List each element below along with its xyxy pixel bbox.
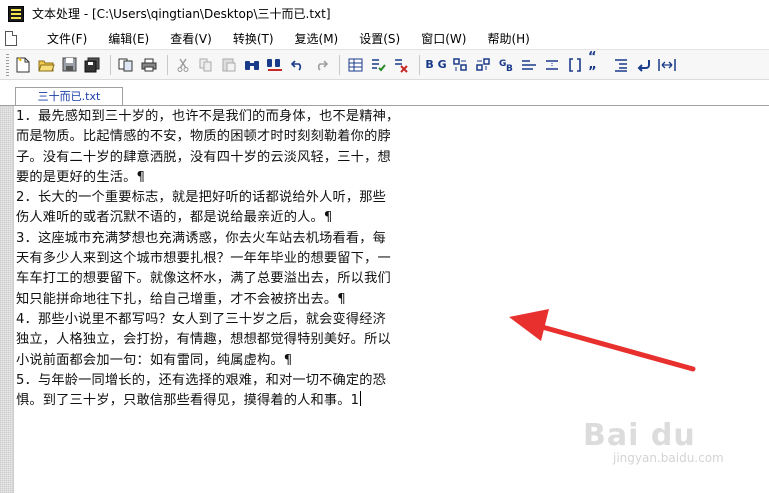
redo-icon[interactable] [311,55,331,75]
toolbar-separator [167,54,168,75]
text-line: 3．这座城市充满梦想也充满诱惑，你去火车站去机场看看，每 [16,230,387,246]
undo-icon[interactable] [288,55,308,75]
check-cross-icon[interactable] [391,55,411,75]
cut-icon[interactable] [173,55,193,75]
text-line: 要的是更好的生活。¶ [16,169,146,185]
menu-convert[interactable]: 转换(T) [233,28,274,49]
menu-help[interactable]: 帮助(H) [487,28,529,49]
toolbar-separator [110,54,111,75]
watermark-url: jingyan.baidu.com [613,451,724,465]
text-cursor [360,391,362,407]
text-line: 天有多少人来到这个城市想要扎根？一年年毕业的想要留下，一 [16,251,391,267]
tab-document[interactable]: 三十而已.txt [15,87,123,105]
text-line: 1．最先感知到三十岁的，也许不是我们的而身体，也不是精神， [16,109,400,124]
toolbar-grip[interactable] [6,53,9,76]
watermark-logo-text: Bai du [583,418,696,453]
copy-icon[interactable] [196,55,216,75]
quotes-icon[interactable]: “ ” [588,50,608,80]
replace-icon[interactable] [265,55,285,75]
open-folder-icon[interactable] [36,55,56,75]
svg-text:B: B [506,64,513,72]
indent-icon[interactable] [611,55,631,75]
menu-view[interactable]: 查看(V) [170,28,212,49]
width-icon[interactable] [657,55,677,75]
tab-strip: 三十而已.txt [0,81,769,106]
gb-convert-icon[interactable]: GB [496,55,516,75]
wrap-icon[interactable] [634,55,654,75]
new-file-icon[interactable] [13,55,33,75]
text-line: 而是物质。比起情感的不安，物质的困顿才时时刻刻勒着你的脖 [16,129,391,145]
bracket-icon[interactable] [565,55,585,75]
document-icon[interactable] [5,30,17,46]
menu-file[interactable]: 文件(F) [47,28,87,49]
text-line: 伤人难听的或者沉默不语的，都是说给最亲近的人。¶ [16,210,333,226]
check-list-icon[interactable] [368,55,388,75]
toolbar-separator [339,54,340,75]
find-icon[interactable] [242,55,262,75]
text-line: 知只能拼命地往下扎，给自己增重，才不会被挤出去。¶ [16,291,346,307]
text-line: 5．与年龄一同增长的，还有选择的艰难，和对一切不确定的恐 [16,372,387,388]
text-line: 4．那些小说里不都写吗？女人到了三十岁之后，就会变得经济 [16,311,387,327]
table-icon[interactable] [345,55,365,75]
menu-edit[interactable]: 编辑(E) [108,28,149,49]
title-bar: 文本处理 - [C:\Users\qingtian\Desktop\三十而已.t… [0,0,769,27]
menu-window[interactable]: 窗口(W) [421,28,466,49]
save-all-icon[interactable] [82,55,102,75]
menu-multi-select[interactable]: 复选(M) [295,28,339,49]
toolbar-separator [419,54,420,75]
baidu-watermark: Bai du jingyan.baidu.com [583,418,763,488]
bg-convert-icon[interactable]: B G [425,55,447,75]
save-icon[interactable] [59,55,79,75]
text-line: 小说前面都会加一句：如有雷同，纯属虚构。¶ [16,352,293,368]
copy-file-icon[interactable] [116,55,136,75]
align-lines-icon[interactable] [519,55,539,75]
app-icon [8,5,24,22]
watermark-logo: Bai du [583,418,763,453]
menu-settings[interactable]: 设置(S) [359,28,400,49]
menu-bar: 文件(F) 编辑(E) 查看(V) 转换(T) 复选(M) 设置(S) 窗口(W… [0,27,769,50]
remove-blank-icon[interactable] [542,55,562,75]
editor-gutter [0,106,14,493]
text-line: 独立，人格独立，会打扮，有情趣，想想都觉得特别美好。所以 [16,332,391,348]
traditional-convert-icon[interactable] [450,55,470,75]
text-line: 车车打工的想要留下。就像这杯水，满了总要溢出去，所以我们 [16,271,391,287]
red-arrow-annotation [509,309,696,372]
text-line: 2．长大的一个重要标志，就是把好听的话都说给外人听，那些 [16,190,387,206]
paste-icon[interactable] [219,55,239,75]
toolbar: B G GB “ ” [0,50,769,80]
text-line: 子。没有二十岁的肆意洒脱，没有四十岁的云淡风轻，三十，想 [16,149,391,165]
text-editor[interactable]: 1．最先感知到三十岁的，也许不是我们的而身体，也不是精神， 而是物质。比起情感的… [16,106,516,487]
text-line-last: 惧。到了三十岁，只敢信那些看得见，摸得着的人和事。1 [16,391,516,411]
print-icon[interactable] [139,55,159,75]
simplified-convert-icon[interactable] [473,55,493,75]
window-title: 文本处理 - [C:\Users\qingtian\Desktop\三十而已.t… [32,7,331,21]
text-line-content: 惧。到了三十岁，只敢信那些看得见，摸得着的人和事。1 [16,393,360,409]
